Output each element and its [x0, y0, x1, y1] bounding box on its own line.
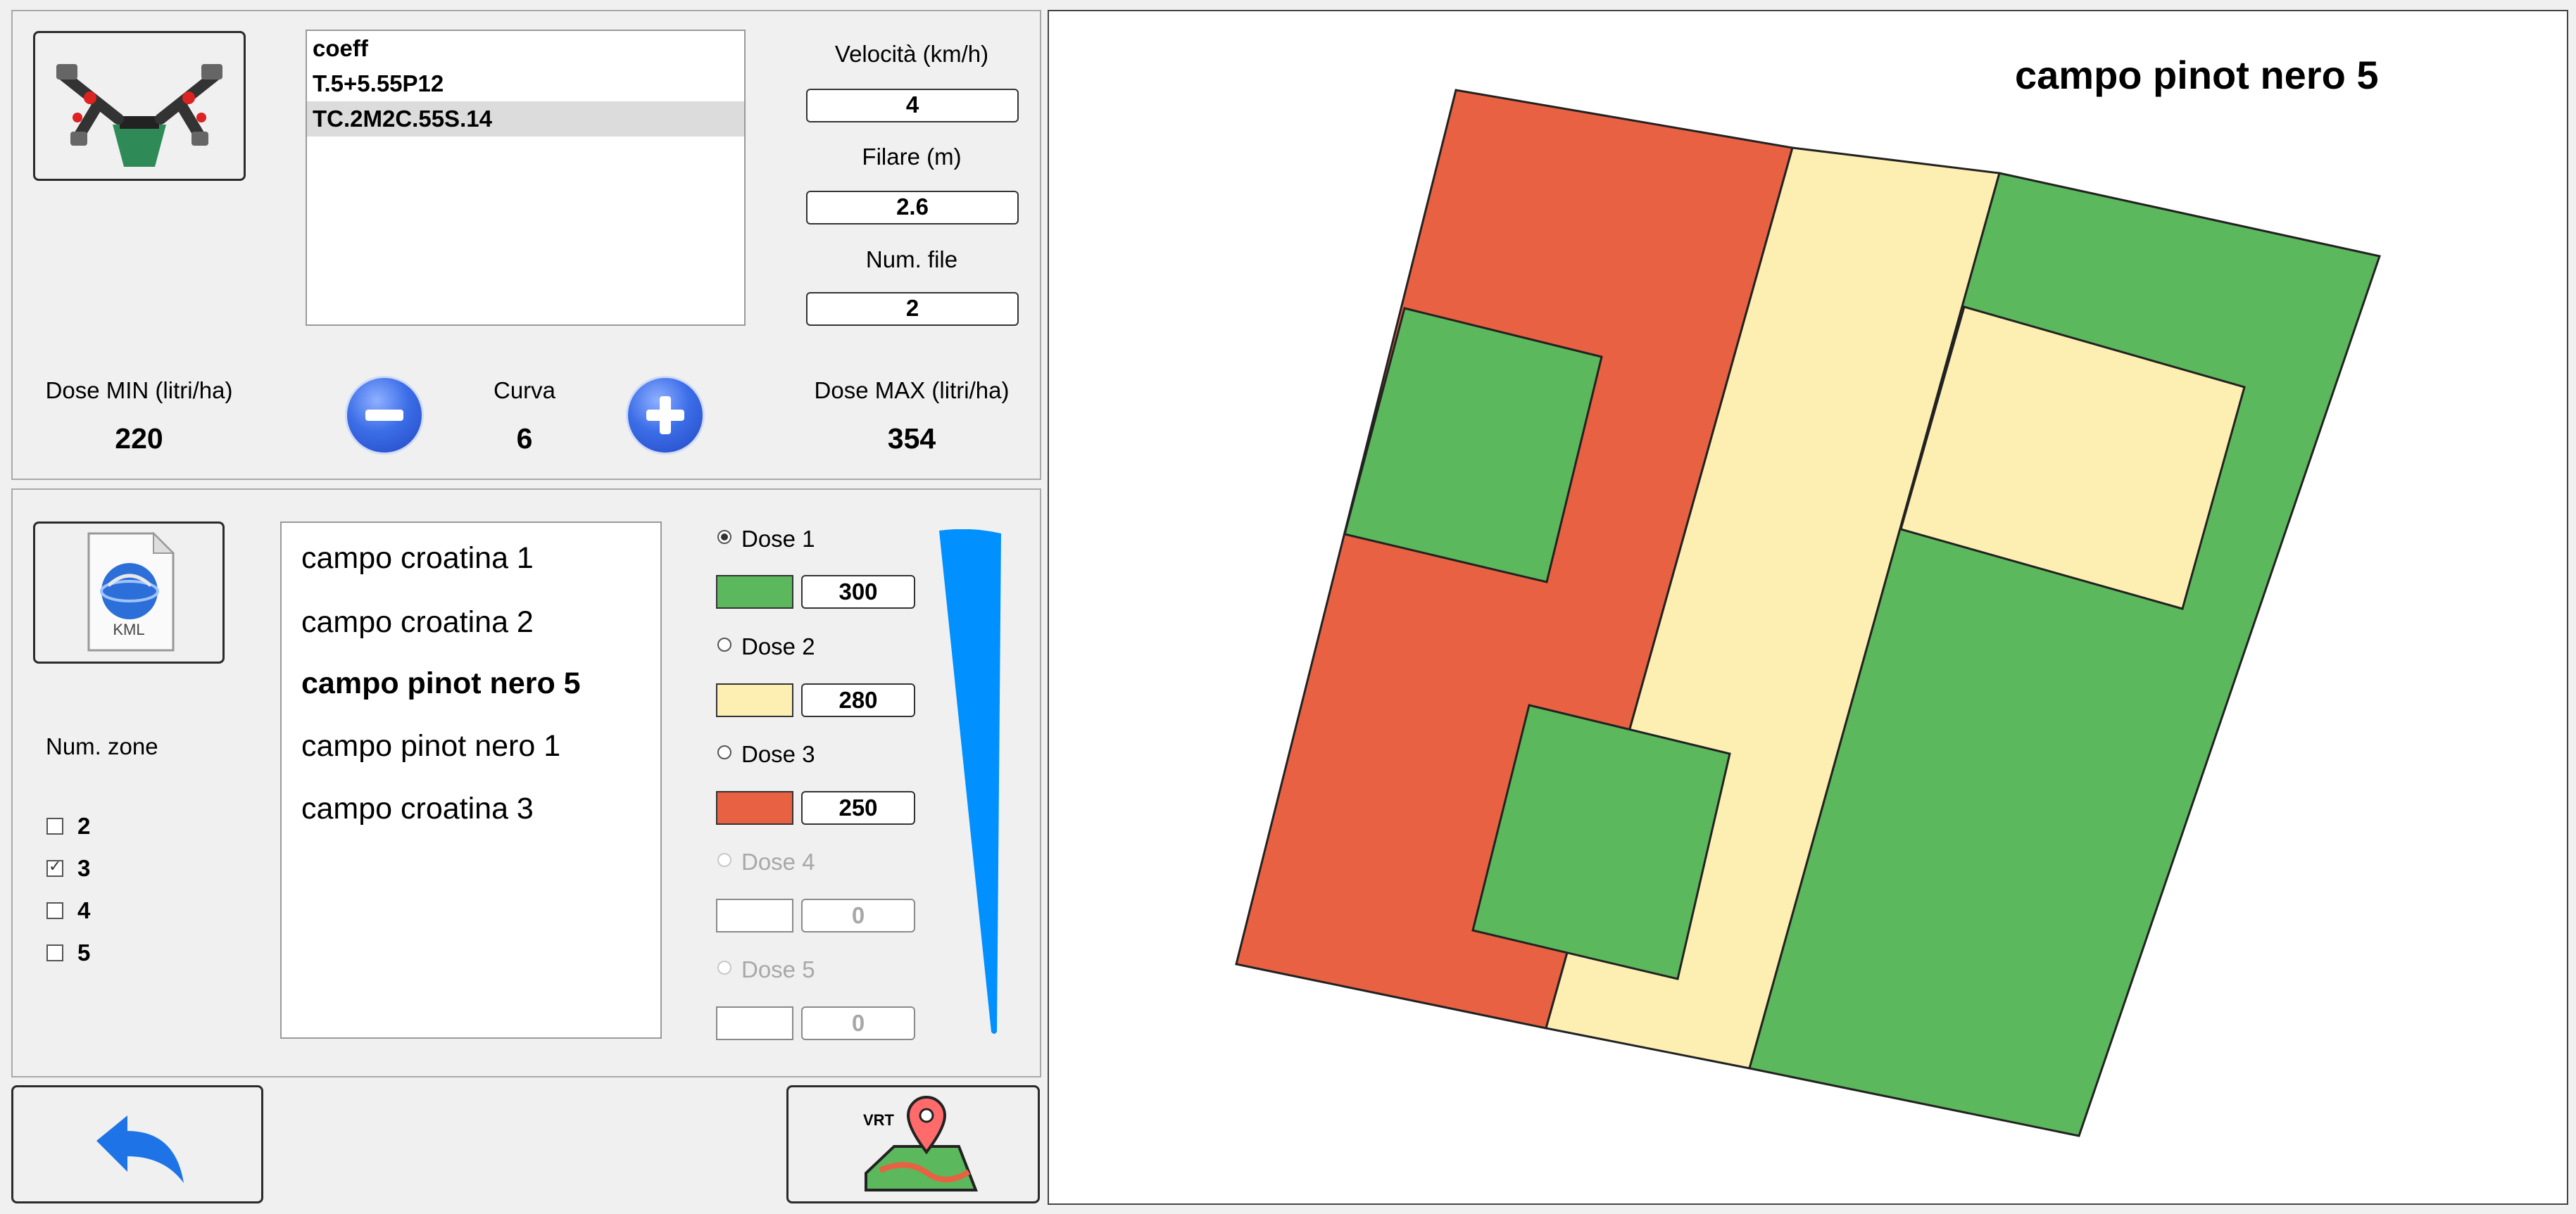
field-map[interactable] — [1049, 11, 2567, 1203]
dose-1-label: Dose 1 — [741, 526, 815, 552]
dose-5-radio[interactable] — [717, 961, 731, 975]
dose-3-color-swatch[interactable] — [716, 791, 793, 825]
curve-value: 6 — [516, 422, 533, 455]
dose-2-field[interactable]: 280 — [801, 683, 915, 717]
zones-label: Num. zone — [46, 733, 158, 759]
curve-label: Curva — [493, 377, 556, 403]
zone-label-5: 5 — [77, 940, 91, 966]
row-field[interactable]: 2.6 — [806, 191, 1019, 225]
zone-checkbox-3[interactable] — [46, 857, 63, 877]
field-list-item[interactable]: campo pinot nero 1 — [301, 729, 560, 764]
dose-4-radio[interactable] — [717, 853, 731, 867]
dose-5-field[interactable]: 0 — [801, 1006, 915, 1040]
row-label: Filare (m) — [862, 144, 962, 170]
coeff-item[interactable]: T.5+5.55P12 — [307, 66, 744, 101]
back-button[interactable] — [11, 1085, 263, 1203]
dose-3-radio[interactable] — [717, 745, 731, 759]
vrt-export-button[interactable]: VRT — [786, 1085, 1040, 1203]
dose-2-color-swatch[interactable] — [716, 683, 793, 717]
kml-label: KML — [113, 621, 145, 638]
field-list-item[interactable]: campo croatina 3 — [301, 792, 534, 826]
dose-min-value: 220 — [115, 422, 163, 455]
sprayer-button[interactable] — [33, 31, 246, 181]
dose-3-field[interactable]: 250 — [801, 791, 915, 825]
dose-2-radio[interactable] — [717, 638, 731, 652]
field-list-item[interactable]: campo croatina 1 — [301, 541, 534, 576]
coeff-header: coeff — [313, 35, 368, 61]
rows-count-label: Num. file — [865, 246, 958, 272]
dose-2-label: Dose 2 — [741, 633, 815, 659]
coeff-item-selected[interactable]: TC.2M2C.55S.14 — [307, 101, 744, 137]
decrease-curve-button[interactable] — [345, 376, 424, 455]
field-list-item-active[interactable]: campo pinot nero 5 — [301, 666, 581, 701]
undo-arrow-icon — [96, 1115, 184, 1183]
dose-4-label: Dose 4 — [741, 849, 815, 875]
zone-label-4: 4 — [77, 897, 91, 923]
dose-max-value: 354 — [887, 422, 936, 455]
rows-count-field[interactable]: 2 — [806, 292, 1019, 326]
vrt-label: VRT — [863, 1111, 894, 1129]
sprayer-icon — [56, 64, 222, 167]
dose-4-color-swatch[interactable] — [716, 899, 793, 932]
plus-icon — [646, 396, 684, 434]
dose-max-label: Dose MAX (litri/ha) — [814, 377, 1010, 403]
dose-5-color-swatch[interactable] — [716, 1006, 793, 1040]
dose-1-field[interactable]: 300 — [801, 575, 915, 609]
map-panel: campo pinot nero 5 — [1048, 10, 2568, 1205]
dose-5-label: Dose 5 — [741, 956, 815, 982]
dose-1-radio[interactable] — [717, 530, 731, 544]
map-title: campo pinot nero 5 — [2015, 53, 2379, 97]
dose-3-label: Dose 3 — [741, 741, 815, 767]
zone-checkbox-2[interactable] — [46, 818, 63, 835]
zone-checkbox-5[interactable] — [46, 944, 63, 961]
minus-icon — [365, 410, 403, 421]
kml-file-icon — [87, 531, 175, 652]
zone-label-2: 2 — [77, 813, 91, 839]
kml-import-button[interactable]: KML — [33, 521, 225, 664]
dose-4-field[interactable]: 0 — [801, 899, 915, 932]
zone-checkbox-4[interactable] — [46, 902, 63, 919]
increase-curve-button[interactable] — [626, 376, 705, 455]
coeff-list[interactable]: coeff T.5+5.55P12 TC.2M2C.55S.14 — [306, 30, 746, 326]
dose-min-label: Dose MIN (litri/ha) — [45, 377, 233, 403]
field-list-item[interactable]: campo croatina 2 — [301, 605, 534, 640]
field-list[interactable]: campo croatina 1 campo croatina 2 campo … — [280, 521, 662, 1039]
speed-label: Velocità (km/h) — [834, 41, 989, 67]
zone-label-3: 3 — [77, 855, 91, 881]
dose-gradient-wedge — [939, 529, 1001, 1034]
speed-field[interactable]: 4 — [806, 89, 1019, 122]
vrt-map-pin-icon — [865, 1096, 978, 1191]
dose-1-color-swatch[interactable] — [716, 575, 793, 609]
